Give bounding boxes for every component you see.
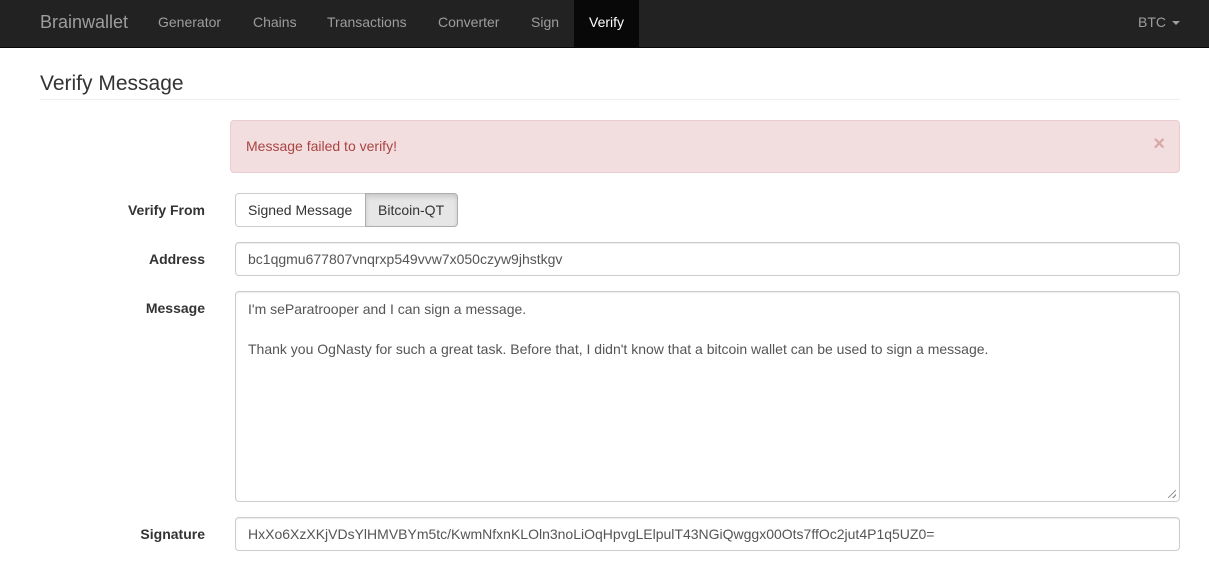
brand-link[interactable]: Brainwallet [40,0,128,47]
alert-message: Message failed to verify! [246,138,397,154]
title-divider [40,99,1180,100]
currency-label: BTC [1138,14,1166,30]
message-line-2: Thank you OgNasty for such a great task.… [248,341,989,357]
close-icon[interactable]: × [1153,134,1165,154]
bitcoin-qt-button[interactable]: Bitcoin-QT [365,193,458,227]
nav-item-generator[interactable]: Generator [143,0,236,47]
address-input[interactable]: bc1qgmu677807vnqrxp549vvw7x050czyw9jhstk… [235,242,1180,276]
signature-label: Signature [140,526,205,542]
nav-item-sign[interactable]: Sign [516,0,574,47]
signature-input[interactable]: HxXo6XzXKjVDsYlHMVBYm5tc/KwmNfxnKLOln3no… [235,517,1180,551]
currency-dropdown[interactable]: BTC [1123,0,1195,47]
message-line-1: I'm seParatrooper and I can sign a messa… [248,301,527,317]
message-textarea[interactable]: I'm seParatrooper and I can sign a messa… [235,291,1180,502]
message-label: Message [145,300,205,316]
error-alert: Message failed to verify! × [230,120,1180,173]
caret-down-icon [1172,21,1180,26]
signed-message-button[interactable]: Signed Message [235,193,366,227]
verify-from-label: Verify From [127,202,205,218]
nav-item-chains[interactable]: Chains [238,0,312,47]
page-title: Verify Message [40,72,184,95]
address-label: Address [148,251,205,267]
nav-item-verify[interactable]: Verify [574,0,639,47]
top-navbar: Brainwallet Generator Chains Transaction… [0,0,1209,48]
resize-grip-icon[interactable] [1168,490,1176,498]
nav-item-transactions[interactable]: Transactions [312,0,422,47]
nav-item-converter[interactable]: Converter [423,0,514,47]
